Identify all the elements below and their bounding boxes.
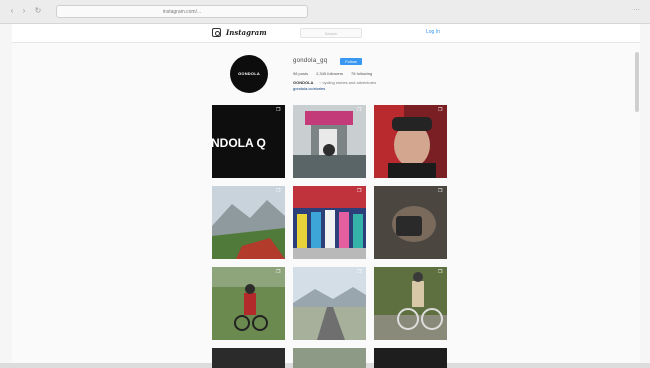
follow-button[interactable]: Follow: [340, 58, 362, 65]
instagram-page: Instagram Search Log In GONDOLA gondola_…: [12, 24, 640, 368]
post-tile[interactable]: ❐: [374, 267, 447, 340]
posts-count: 98 posts: [293, 71, 309, 76]
bio-name: GONDOLA: [293, 80, 314, 85]
post-tile[interactable]: [374, 348, 447, 368]
bio-link[interactable]: gondola.cc/stories: [293, 86, 325, 91]
profile-username: gondola_gq: [293, 58, 328, 64]
page-scrollbar[interactable]: [635, 52, 639, 112]
browser-window: ‹ › ↻ instagram.com/... ⋯ Instagram Sear…: [0, 0, 650, 368]
post-tile[interactable]: ❐: [293, 186, 366, 259]
multi-post-icon: ❐: [357, 107, 362, 113]
post-image: [374, 186, 447, 259]
instagram-camera-icon[interactable]: [212, 28, 221, 37]
browser-toolbar: ‹ › ↻ instagram.com/... ⋯: [0, 0, 650, 24]
post-tile[interactable]: ❐: [374, 105, 447, 178]
post-image: [374, 105, 447, 178]
back-icon[interactable]: ‹: [8, 7, 16, 15]
multi-post-icon: ❐: [276, 107, 281, 113]
post-image: [212, 186, 285, 259]
multi-post-icon: ❐: [438, 188, 443, 194]
post-image: [293, 105, 366, 178]
post-tile[interactable]: ❐: [212, 267, 285, 340]
profile-header: GONDOLA gondola_gq Follow 98 posts 2,345…: [12, 43, 640, 105]
instagram-wordmark[interactable]: Instagram: [226, 28, 267, 37]
following-count[interactable]: 78 following: [351, 71, 372, 76]
multi-post-icon: ❐: [357, 188, 362, 194]
address-bar[interactable]: instagram.com/...: [56, 5, 308, 18]
post-text-label: NDOLA Q: [212, 136, 266, 150]
multi-post-icon: ❐: [276, 269, 281, 275]
post-image: NDOLA Q: [212, 136, 266, 150]
post-tile[interactable]: NDOLA Q ❐: [212, 105, 285, 178]
forward-icon[interactable]: ›: [20, 7, 28, 15]
post-tile[interactable]: [293, 348, 366, 368]
post-tile[interactable]: ❐: [374, 186, 447, 259]
multi-post-icon: ❐: [438, 107, 443, 113]
bio-text: ~ cycling stories and adventures: [319, 80, 377, 85]
post-image: [293, 186, 366, 259]
multi-post-icon: ❐: [357, 269, 362, 275]
reload-icon[interactable]: ↻: [34, 7, 42, 15]
instagram-header: Instagram Search Log In: [12, 24, 640, 43]
post-tile[interactable]: ❐: [293, 105, 366, 178]
avatar[interactable]: GONDOLA: [230, 55, 268, 93]
post-tile[interactable]: [212, 348, 285, 368]
multi-post-icon: ❐: [438, 269, 443, 275]
followers-count[interactable]: 2,345 followers: [316, 71, 343, 76]
post-tile[interactable]: ❐: [212, 186, 285, 259]
post-image: [374, 267, 447, 340]
login-link[interactable]: Log In: [426, 29, 440, 35]
menu-icon[interactable]: ⋯: [633, 6, 640, 14]
post-image: [212, 267, 285, 340]
multi-post-icon: ❐: [276, 188, 281, 194]
search-input[interactable]: Search: [300, 28, 362, 38]
post-image: [293, 267, 366, 340]
profile-stats: 98 posts 2,345 followers 78 following: [293, 71, 372, 76]
post-tile[interactable]: ❐: [293, 267, 366, 340]
